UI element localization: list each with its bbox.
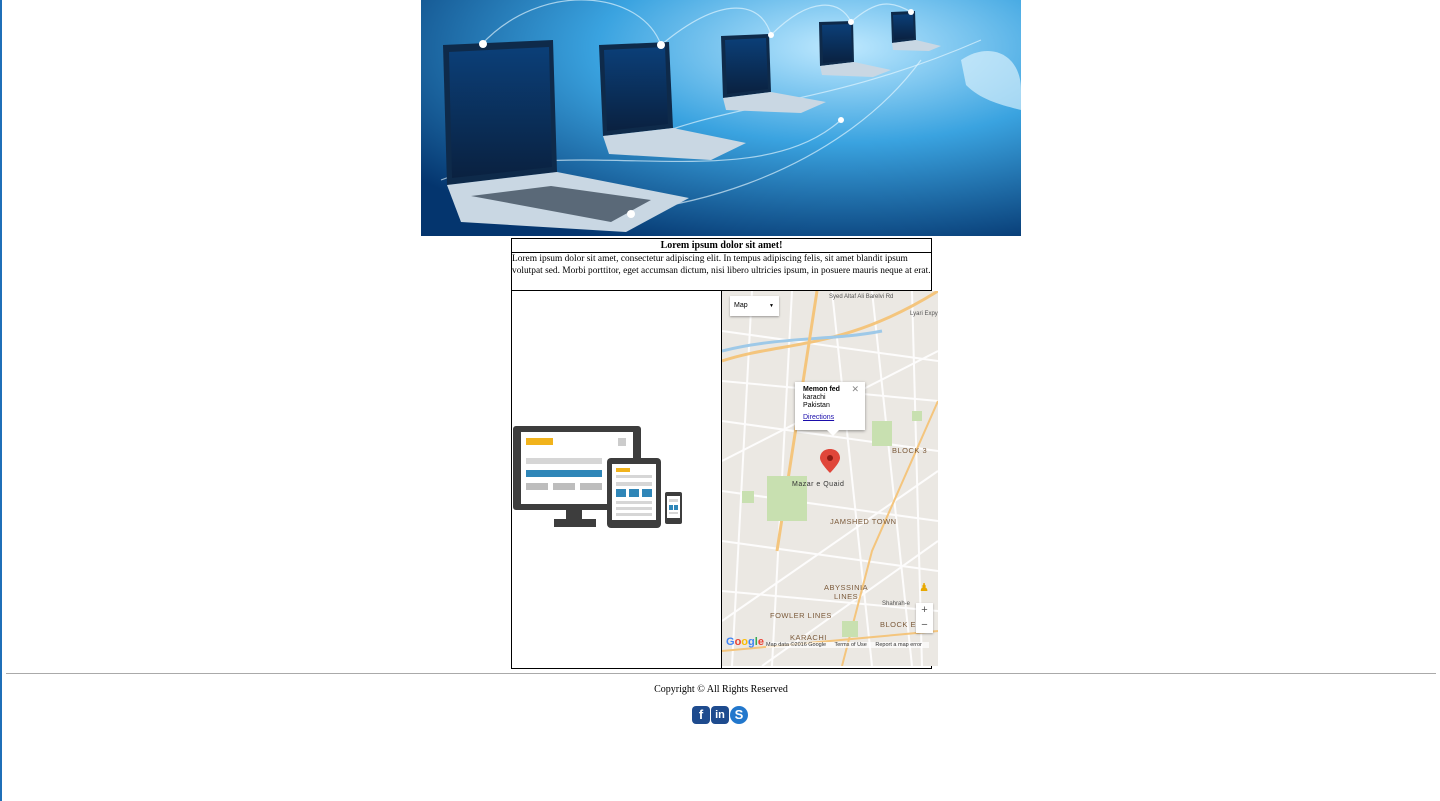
map-info-window: ✕ Memon fed karachi Pakistan Directions	[795, 382, 865, 436]
copyright-text: Copyright © All Rights Reserved	[654, 684, 788, 695]
linkedin-icon[interactable]: in	[711, 706, 729, 724]
info-country: Pakistan	[803, 402, 830, 409]
social-links: f in S	[692, 706, 748, 724]
map-type-label: Map	[734, 302, 748, 309]
google-map[interactable]: BLOCK 3 JAMSHED TOWN ABYSSINIA LINES FOW…	[722, 291, 938, 666]
map-cell: BLOCK 3 JAMSHED TOWN ABYSSINIA LINES FOW…	[721, 290, 938, 669]
map-label-jamshed: JAMSHED TOWN	[830, 517, 897, 526]
google-logo[interactable]: Google	[726, 636, 764, 648]
zoom-in-button[interactable]: +	[916, 603, 933, 618]
close-icon[interactable]: ✕	[851, 385, 859, 394]
map-label-karachi: KARACHI	[790, 633, 827, 642]
map-type-selector[interactable]: Map ▼	[730, 296, 779, 316]
table-paragraph: Lorem ipsum dolor sit amet, consectetur …	[511, 252, 932, 291]
street-view-pegman-icon[interactable]: ♟	[919, 581, 929, 594]
map-attribution: Map data ©2016 Google Terms of Use Repor…	[766, 642, 929, 648]
map-label-fowler: FOWLER LINES	[770, 611, 832, 620]
directions-link[interactable]: Directions	[803, 414, 865, 422]
footer-divider	[6, 673, 1436, 674]
map-label-syed: Syed Altaf Ali Barelvi Rd	[829, 294, 894, 300]
hero-banner-image	[421, 0, 1021, 236]
skype-icon[interactable]: S	[730, 706, 748, 724]
facebook-icon[interactable]: f	[692, 706, 710, 724]
zoom-out-button[interactable]: −	[916, 618, 933, 633]
zoom-controls: + −	[916, 603, 933, 633]
terms-of-use-link[interactable]: Terms of Use	[834, 642, 866, 648]
map-label-lines: LINES	[834, 592, 859, 601]
left-border	[0, 0, 2, 801]
table-heading: Lorem ipsum dolor sit amet!	[511, 238, 932, 253]
report-map-error-link[interactable]: Report a map error	[875, 642, 921, 648]
chevron-down-icon: ▼	[769, 303, 774, 309]
responsive-devices-illustration	[513, 426, 682, 528]
map-label-lyari: Lyari Expy	[910, 311, 938, 317]
map-label-block3: BLOCK 3	[892, 446, 928, 455]
responsive-devices-cell	[511, 290, 722, 669]
map-label-blocke: BLOCK E	[880, 620, 917, 629]
map-label-abyssinia: ABYSSINIA	[824, 583, 869, 592]
info-city: karachi	[803, 394, 826, 401]
map-data-credit: Map data ©2016 Google	[766, 642, 827, 648]
content-table: Lorem ipsum dolor sit amet! Lorem ipsum …	[511, 238, 938, 669]
map-label-shahrah: Shahrah-e	[882, 601, 911, 607]
map-label-mazar: Mazar e Quaid	[792, 481, 845, 488]
